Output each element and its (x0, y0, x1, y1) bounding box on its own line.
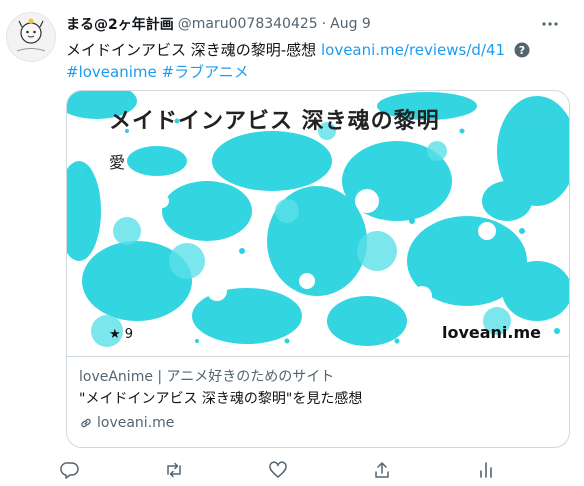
tweet-actions (58, 458, 508, 482)
card-title: "メイドインアビス 深き魂の黎明"を見た感想 (79, 391, 363, 407)
link-icon (81, 418, 91, 428)
link-card[interactable]: メイドインアビス 深き魂の黎明 愛 ★ 9 loveani.me loveAni… (66, 90, 570, 448)
card-image[interactable]: メイドインアビス 深き魂の黎明 愛 ★ 9 loveani.me (67, 91, 569, 356)
reply-button[interactable] (58, 458, 82, 482)
like-icon (269, 461, 287, 478)
tweet-hashtags: #loveanime #ラブアニメ (66, 62, 249, 82)
retweet-button[interactable] (162, 458, 186, 482)
card-image-subtitle: 愛 (109, 153, 126, 172)
tweet-date[interactable]: Aug 9 (330, 16, 371, 32)
retweet-icon (167, 462, 181, 478)
tweet-link[interactable]: loveani.me/reviews/d/41 (321, 41, 505, 59)
reply-icon (60, 462, 79, 479)
tweet-header: まる@2ヶ年計画 @maru0078340425 · Aug 9 (66, 14, 544, 34)
display-name[interactable]: まる@2ヶ年計画 (66, 14, 174, 34)
card-image-site: loveani.me (441, 323, 541, 342)
tweet-text-line-1: メイドインアビス 深き魂の黎明-感想 loveani.me/reviews/d/… (66, 40, 530, 60)
more-icon[interactable] (540, 14, 560, 34)
svg-text:?: ? (519, 44, 525, 57)
share-button[interactable] (370, 458, 394, 482)
card-image-rating: ★ 9 (109, 327, 134, 342)
analytics-icon (480, 462, 492, 478)
separator: · (321, 16, 327, 32)
tweet[interactable]: まる@2ヶ年計画 @maru0078340425 · Aug 9 メイドインアビ… (0, 0, 584, 486)
card-domain-text: loveani.me (97, 415, 175, 431)
avatar[interactable] (6, 12, 56, 62)
tweet-text: メイドインアビス 深き魂の黎明-感想 (66, 41, 317, 59)
like-button[interactable] (266, 458, 290, 482)
question-icon[interactable]: ? (514, 42, 530, 58)
user-handle[interactable]: @maru0078340425 (178, 16, 318, 32)
hashtag[interactable]: #loveanime (66, 63, 157, 81)
card-image-title: メイドインアビス 深き魂の黎明 (109, 109, 440, 134)
card-domain: loveani.me (79, 413, 557, 433)
hashtag[interactable]: #ラブアニメ (162, 63, 249, 81)
share-icon (375, 462, 389, 478)
card-info[interactable]: loveAnime | アニメ好きのためのサイト "メイドインアビス 深き魂の黎… (67, 356, 569, 447)
card-site-name: loveAnime | アニメ好きのためのサイト (79, 369, 335, 385)
avatar-icon (16, 18, 46, 52)
analytics-button[interactable] (474, 458, 498, 482)
